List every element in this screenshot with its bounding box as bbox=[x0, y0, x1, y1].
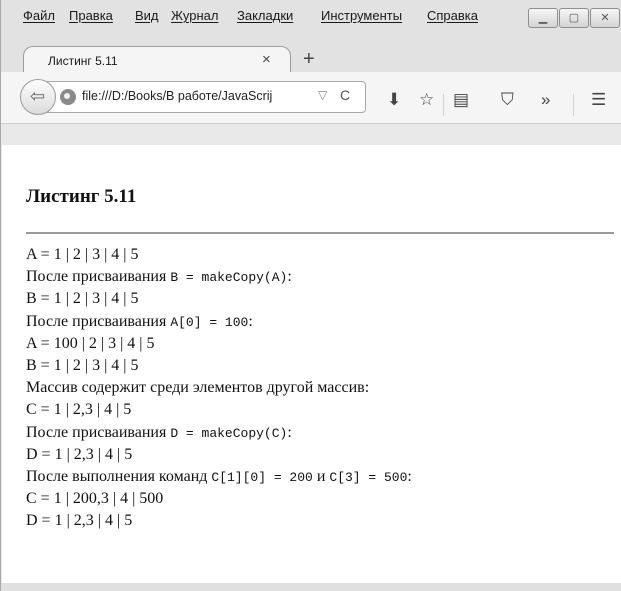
menu-history[interactable]: Журнал bbox=[171, 8, 218, 23]
menu-tools[interactable]: Инструменты bbox=[321, 8, 402, 23]
output-line: D = 1 | 2,3 | 4 | 5 bbox=[26, 512, 133, 529]
page-title: Листинг 5.11 bbox=[26, 186, 137, 207]
reload-icon[interactable]: C bbox=[340, 87, 350, 103]
bookmark-star-icon[interactable]: ☆ bbox=[419, 91, 434, 108]
tab-title: Листинг 5.11 bbox=[48, 54, 118, 68]
menu-edit[interactable]: Правка bbox=[69, 8, 113, 23]
menu-icon[interactable]: ☰ bbox=[591, 91, 606, 108]
maximize-button[interactable]: ▢ bbox=[559, 8, 589, 28]
output-line: После присваивания A[0] = 100: bbox=[26, 313, 253, 330]
output-line: После присваивания D = makeCopy(C): bbox=[26, 424, 292, 441]
dropdown-icon[interactable]: ▽ bbox=[318, 88, 327, 102]
output-line: D = 1 | 2,3 | 4 | 5 bbox=[26, 446, 133, 463]
window-bottom-edge bbox=[1, 583, 621, 591]
url-text[interactable]: file:///D:/Books/В работе/JavaScrij bbox=[82, 89, 312, 103]
download-icon[interactable]: ⬇ bbox=[387, 91, 401, 108]
tab-close-icon[interactable]: × bbox=[262, 51, 271, 68]
output-line: A = 100 | 2 | 3 | 4 | 5 bbox=[26, 335, 155, 352]
close-icon: ✕ bbox=[600, 12, 610, 24]
overflow-icon[interactable]: » bbox=[541, 91, 550, 108]
toolbar-separator-2 bbox=[573, 94, 574, 116]
menu-bar: Файл Правка Вид Журнал Закладки Инструме… bbox=[1, 0, 621, 34]
reading-list-icon[interactable]: ▤ bbox=[453, 91, 469, 108]
output-line: A = 1 | 2 | 3 | 4 | 5 bbox=[26, 246, 139, 263]
minimize-button[interactable]: ▁ bbox=[528, 8, 558, 28]
url-bar[interactable]: ⇦ file:///D:/Books/В работе/JavaScrij ▽ … bbox=[20, 79, 366, 115]
menu-file[interactable]: Файл bbox=[23, 8, 55, 23]
tab-active[interactable]: Листинг 5.11 × bbox=[23, 46, 291, 74]
maximize-icon: ▢ bbox=[568, 12, 580, 24]
output-line: B = 1 | 2 | 3 | 4 | 5 bbox=[26, 357, 139, 374]
globe-icon[interactable] bbox=[60, 89, 76, 105]
pocket-icon[interactable]: ⛉ bbox=[501, 91, 514, 108]
output-line: C = 1 | 200,3 | 4 | 500 bbox=[26, 490, 164, 507]
menu-bookmarks[interactable]: Закладки bbox=[237, 8, 293, 23]
browser-window: Файл Правка Вид Журнал Закладки Инструме… bbox=[0, 0, 621, 591]
output-line: B = 1 | 2 | 3 | 4 | 5 bbox=[26, 290, 139, 307]
horizontal-rule bbox=[26, 232, 614, 234]
close-window-button[interactable]: ✕ bbox=[590, 8, 620, 28]
toolbar-separator bbox=[443, 94, 444, 116]
menu-help[interactable]: Справка bbox=[427, 8, 478, 23]
page-content: Листинг 5.11 A = 1 | 2 | 3 | 4 | 5 После… bbox=[2, 145, 621, 591]
menu-view[interactable]: Вид bbox=[135, 8, 159, 23]
navigation-bar: ⇦ file:///D:/Books/В работе/JavaScrij ▽ … bbox=[1, 72, 621, 124]
minimize-icon: ▁ bbox=[538, 12, 548, 24]
back-button[interactable]: ⇦ bbox=[20, 79, 56, 115]
output-line: Массив содержит среди элементов другой м… bbox=[26, 379, 370, 396]
output-line: После присваивания B = makeCopy(A): bbox=[26, 268, 292, 285]
output-line: C = 1 | 2,3 | 4 | 5 bbox=[26, 401, 132, 418]
back-arrow-icon: ⇦ bbox=[30, 86, 46, 106]
tab-strip: Листинг 5.11 × + bbox=[1, 34, 621, 74]
output-line: После выполнения команд C[1][0] = 200 и … bbox=[26, 468, 412, 485]
new-tab-icon[interactable]: + bbox=[303, 48, 315, 71]
